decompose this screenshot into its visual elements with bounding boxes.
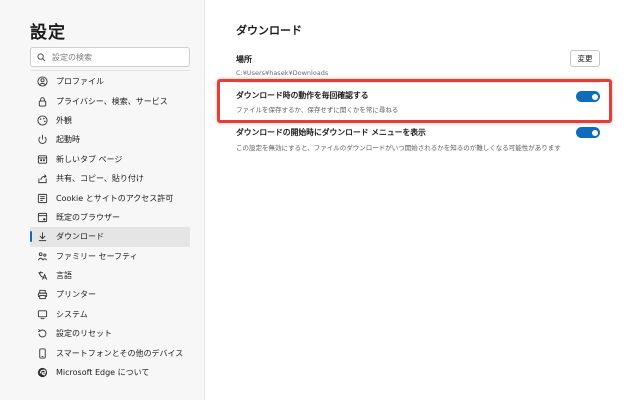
sidebar-item-label: Microsoft Edge について [56, 368, 150, 378]
sidebar-item-cookies[interactable]: Cookie とサイトのアクセス許可 [30, 188, 190, 207]
search-box[interactable] [30, 47, 190, 67]
sidebar-item-new-tab[interactable]: 新しいタブ ページ [30, 150, 190, 169]
sidebar-item-family[interactable]: ファミリー セーフティ [30, 247, 190, 266]
appearance-icon [36, 114, 48, 126]
main-content: ダウンロード 場所 C:¥Users¥hasek¥Downloads 変更 ダウ… [206, 0, 630, 400]
sidebar-title: 設定 [30, 23, 66, 43]
toggle-knob [591, 93, 598, 100]
sidebar-item-label: 新しいタブ ページ [56, 154, 123, 164]
sidebar-item-label: プライバシー、検索、サービス [56, 96, 168, 106]
sidebar-item-printers[interactable]: プリンター [30, 285, 190, 304]
sidebar-item-label: 起動時 [56, 135, 80, 145]
show-download-menu-setting-title: ダウンロードの開始時にダウンロード メニューを表示 [236, 128, 426, 137]
sidebar-item-label: スマートフォンとその他のデバイス [56, 348, 184, 358]
phone-icon [36, 347, 48, 359]
sidebar-item-appearance[interactable]: 外観 [30, 111, 190, 130]
sidebar: 設定 プロファイル プライバシー、検索、サービス 外観 [0, 0, 205, 400]
location-path: C:¥Users¥hasek¥Downloads [236, 69, 329, 77]
sidebar-item-label: 既定のブラウザー [56, 212, 120, 222]
highlight-box [217, 79, 612, 123]
sidebar-item-label: 外観 [56, 115, 72, 125]
printer-icon [36, 289, 48, 301]
sidebar-item-label: ファミリー セーフティ [56, 251, 138, 261]
sidebar-nav: プロファイル プライバシー、検索、サービス 外観 起動時 新しいタブ ページ 共… [30, 72, 190, 382]
system-icon [36, 308, 48, 320]
browser-icon [36, 211, 48, 223]
share-icon [36, 173, 48, 185]
power-icon [36, 134, 48, 146]
page-title: ダウンロード [236, 24, 302, 37]
sidebar-item-label: システム [56, 309, 88, 319]
sidebar-item-share[interactable]: 共有、コピー、貼り付け [30, 169, 190, 188]
ask-download-toggle[interactable] [576, 91, 600, 102]
family-icon [36, 250, 48, 262]
reset-icon [36, 328, 48, 340]
sidebar-item-startup[interactable]: 起動時 [30, 130, 190, 149]
ask-download-setting-title: ダウンロード時の動作を毎回確認する [236, 91, 369, 100]
sidebar-item-reset[interactable]: 設定のリセット [30, 324, 190, 343]
sidebar-item-default-browser[interactable]: 既定のブラウザー [30, 208, 190, 227]
profile-icon [36, 76, 48, 88]
search-input[interactable] [52, 49, 182, 65]
edge-icon [36, 367, 48, 379]
sidebar-item-downloads[interactable]: ダウンロード [30, 227, 190, 247]
nav-divider [30, 70, 190, 71]
ask-download-setting-description: ファイルを保存するか、保存せずに開くかを常に尋ねる [236, 106, 399, 114]
toggle-knob [591, 129, 598, 136]
divider [236, 82, 600, 83]
download-icon [36, 231, 48, 243]
sidebar-item-label: 共有、コピー、貼り付け [56, 174, 144, 184]
search-icon [37, 52, 46, 61]
sidebar-item-privacy[interactable]: プライバシー、検索、サービス [30, 91, 190, 110]
location-label: 場所 [236, 55, 252, 64]
sidebar-item-label: ダウンロード [56, 232, 104, 242]
cookie-icon [36, 192, 48, 204]
change-location-button[interactable]: 変更 [570, 50, 600, 67]
show-download-menu-toggle[interactable] [576, 127, 600, 138]
sidebar-item-devices[interactable]: スマートフォンとその他のデバイス [30, 343, 190, 362]
sidebar-item-label: Cookie とサイトのアクセス許可 [56, 193, 174, 203]
sidebar-item-label: プロファイル [56, 77, 104, 87]
sidebar-item-label: プリンター [56, 290, 96, 300]
sidebar-item-profile[interactable]: プロファイル [30, 72, 190, 91]
show-download-menu-setting-description: この設定を無効にすると、ファイルのダウンロードがいつ開始されるかを知るのが難しく… [236, 144, 561, 152]
sidebar-item-label: 設定のリセット [56, 329, 112, 339]
sidebar-item-system[interactable]: システム [30, 305, 190, 324]
sidebar-item-language[interactable]: 言語 [30, 266, 190, 285]
lock-icon [36, 95, 48, 107]
sidebar-item-about[interactable]: Microsoft Edge について [30, 363, 190, 382]
divider [236, 120, 600, 121]
language-icon [36, 270, 48, 282]
new-tab-icon [36, 153, 48, 165]
sidebar-item-label: 言語 [56, 271, 72, 281]
